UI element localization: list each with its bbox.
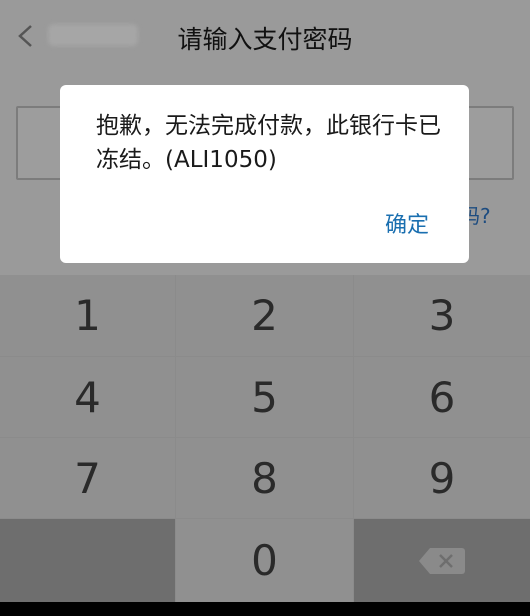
key-1[interactable]: 1 xyxy=(0,275,175,356)
key-blank xyxy=(0,519,175,602)
bottom-bar xyxy=(0,602,530,616)
key-2[interactable]: 2 xyxy=(176,275,353,356)
key-6[interactable]: 6 xyxy=(354,357,530,437)
header: 请输入支付密码 xyxy=(0,0,530,72)
delete-key[interactable] xyxy=(354,519,530,602)
key-7[interactable]: 7 xyxy=(0,438,175,518)
key-9[interactable]: 9 xyxy=(354,438,530,518)
key-0[interactable]: 0 xyxy=(176,519,353,602)
key-5[interactable]: 5 xyxy=(176,357,353,437)
key-4[interactable]: 4 xyxy=(0,357,175,437)
numeric-keypad: 1 2 3 4 5 6 7 8 9 0 xyxy=(0,275,530,602)
page-title: 请输入支付密码 xyxy=(177,25,353,54)
key-8[interactable]: 8 xyxy=(176,438,353,518)
key-3[interactable]: 3 xyxy=(354,275,530,356)
dialog-message: 抱歉，无法完成付款，此银行卡已冻结。(ALI1050) xyxy=(96,113,441,173)
backspace-icon xyxy=(418,546,466,576)
confirm-button[interactable]: 确定 xyxy=(385,207,429,239)
error-dialog: 抱歉，无法完成付款，此银行卡已冻结。(ALI1050) 确定 xyxy=(60,85,469,263)
